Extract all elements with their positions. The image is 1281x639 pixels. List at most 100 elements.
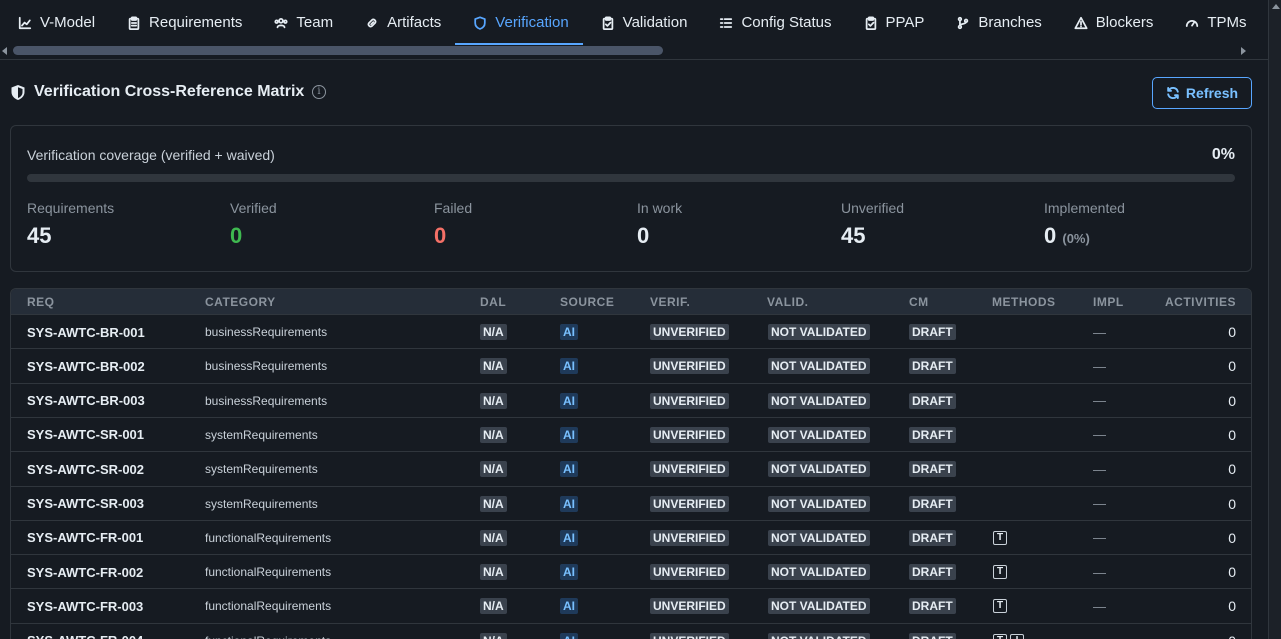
table-row[interactable]: SYS-AWTC-SR-001 systemRequirements N/A AI UN… (11, 416, 1251, 452)
verif-badge: UNVERIFIED (650, 358, 729, 375)
cell-methods: T (993, 555, 1010, 589)
req-text[interactable]: SYS-AWTC-BR-003 (27, 393, 145, 408)
table-row[interactable]: SYS-AWTC-SR-003 systemRequirements N/A AI UN… (11, 485, 1251, 521)
cell-activities: 0 (1228, 521, 1236, 555)
tab-validation[interactable]: Validation (583, 0, 702, 45)
tab-v-model[interactable]: V-Model (0, 0, 109, 45)
column-header-verif[interactable]: VERIF. (650, 295, 690, 309)
tab-label: Blockers (1095, 14, 1154, 31)
refresh-label: Refresh (1185, 85, 1239, 101)
category-text: systemRequirements (205, 462, 318, 477)
tab-blockers[interactable]: Blockers (1056, 0, 1168, 45)
valid-badge: NOT VALIDATED (768, 392, 870, 409)
scroll-right-icon[interactable] (1241, 47, 1246, 55)
column-header-methods[interactable]: METHODS (992, 295, 1056, 309)
column-header-cm[interactable]: CM (909, 295, 929, 309)
column-header-dal[interactable]: DAL (480, 295, 506, 309)
impl-text: — (1093, 598, 1106, 614)
table-row[interactable]: SYS-AWTC-FR-001 functionalRequirements N/A… (11, 519, 1251, 555)
page-scrollbar[interactable] (1268, 0, 1281, 639)
tab-branches[interactable]: Branches (938, 0, 1055, 45)
req-text[interactable]: SYS-AWTC-BR-001 (27, 325, 145, 340)
table-row[interactable]: SYS-AWTC-FR-003 functionalRequirements N/A… (11, 588, 1251, 622)
valid-badge: NOT VALIDATED (768, 529, 870, 546)
tab-tpms[interactable]: TPMs (1167, 0, 1260, 45)
activities-text: 0 (1228, 324, 1236, 340)
clipboard-check-icon (602, 15, 613, 30)
dal-badge: N/A (480, 564, 507, 581)
scroll-left-icon[interactable] (2, 47, 7, 55)
tab-verification[interactable]: Verification (455, 0, 584, 45)
req-text[interactable]: SYS-AWTC-BR-002 (27, 359, 145, 374)
table-row[interactable]: SYS-AWTC-FR-004 functionalRequirements N/A… (11, 622, 1251, 639)
stat-label: Failed (434, 200, 473, 216)
scrollbar-thumb[interactable] (13, 46, 663, 55)
coverage-label: Verification coverage (verified + waived… (27, 147, 275, 163)
list-icon (720, 17, 733, 28)
activities-text: 0 (1228, 598, 1236, 615)
table-row[interactable]: SYS-AWTC-SR-002 systemRequirements N/A AI UN… (11, 451, 1251, 485)
cell-impl: — (1093, 589, 1106, 623)
cm-badge: DRAFT (909, 392, 956, 409)
cm-badge: DRAFT (909, 358, 956, 375)
refresh-button[interactable]: Refresh (1152, 77, 1252, 109)
activities-text: 0 (1228, 358, 1236, 375)
source-badge: AI (560, 495, 578, 512)
tab-label: Branches (978, 14, 1042, 31)
cell-valid: NOT VALIDATED (768, 555, 870, 589)
tab-ppap[interactable]: PPAP (846, 0, 939, 45)
section-header: Verification Cross-Reference Matrix i Re… (10, 76, 1252, 109)
stat-in-work: In work 0 (637, 200, 682, 249)
column-header-source[interactable]: SOURCE (560, 295, 614, 309)
cell-verif: UNVERIFIED (650, 384, 729, 418)
verif-badge: UNVERIFIED (650, 461, 729, 478)
tab-team[interactable]: Team (256, 0, 347, 45)
tab-bar: V-Model Requirements Team Artifacts Verifica… (0, 0, 1281, 60)
clipboard-check-icon (865, 15, 876, 30)
page-title: Verification Cross-Reference Matrix (34, 83, 305, 100)
tab-config-status[interactable]: Config Status (701, 0, 845, 45)
dal-badge: N/A (480, 495, 507, 512)
info-icon[interactable]: i (312, 85, 326, 99)
column-header-category[interactable]: CATEGORY (205, 295, 276, 309)
tab-scrollbar[interactable] (0, 45, 1250, 57)
source-badge: AI (560, 564, 578, 581)
req-text[interactable]: SYS-AWTC-SR-001 (27, 427, 144, 442)
cell-source: AI (560, 487, 578, 521)
req-text[interactable]: SYS-AWTC-SR-002 (27, 462, 144, 477)
cell-cm: DRAFT (909, 487, 956, 521)
tab-requirements[interactable]: Requirements (109, 0, 256, 45)
cell-source: AI (560, 589, 578, 623)
users-icon (274, 17, 288, 28)
column-header-impl[interactable]: IMPL (1093, 295, 1124, 309)
column-header-req[interactable]: REQ (27, 295, 55, 309)
impl-text: — (1093, 530, 1106, 546)
req-text[interactable]: SYS-AWTC-FR-003 (27, 599, 143, 614)
cell-valid: NOT VALIDATED (768, 521, 870, 555)
req-text[interactable]: SYS-AWTC-FR-002 (27, 565, 143, 580)
req-text[interactable]: SYS-AWTC-FR-001 (27, 530, 143, 545)
valid-badge: NOT VALIDATED (768, 461, 870, 478)
column-header-activities[interactable]: ACTIVITIES (1165, 295, 1236, 309)
verif-badge: UNVERIFIED (650, 564, 729, 581)
req-text[interactable]: SYS-AWTC-SR-003 (27, 496, 144, 511)
cell-req: SYS-AWTC-BR-002 (27, 349, 145, 383)
cell-req: SYS-AWTC-BR-003 (27, 384, 145, 418)
cell-req: SYS-AWTC-SR-001 (27, 418, 144, 452)
dal-badge: N/A (480, 598, 507, 615)
dal-badge: N/A (480, 358, 507, 375)
table-row[interactable]: SYS-AWTC-BR-003 businessRequirements N/A AI… (11, 382, 1251, 418)
scroll-up-icon[interactable] (1272, 4, 1280, 9)
tab-artifacts[interactable]: Artifacts (347, 0, 455, 45)
cm-badge: DRAFT (909, 564, 956, 581)
cm-badge: DRAFT (909, 426, 956, 443)
impl-text: — (1093, 564, 1106, 580)
column-header-valid[interactable]: VALID. (767, 295, 808, 309)
cell-category: functionalRequirements (205, 555, 331, 589)
req-text[interactable]: SYS-AWTC-FR-004 (27, 633, 143, 639)
cell-dal: N/A (480, 521, 507, 555)
cell-verif: UNVERIFIED (650, 418, 729, 452)
table-row[interactable]: SYS-AWTC-BR-002 businessRequirements N/A AI… (11, 348, 1251, 382)
table-row[interactable]: SYS-AWTC-BR-001 businessRequirements N/A AI… (11, 314, 1251, 348)
table-row[interactable]: SYS-AWTC-FR-002 functionalRequirements N/A… (11, 554, 1251, 588)
